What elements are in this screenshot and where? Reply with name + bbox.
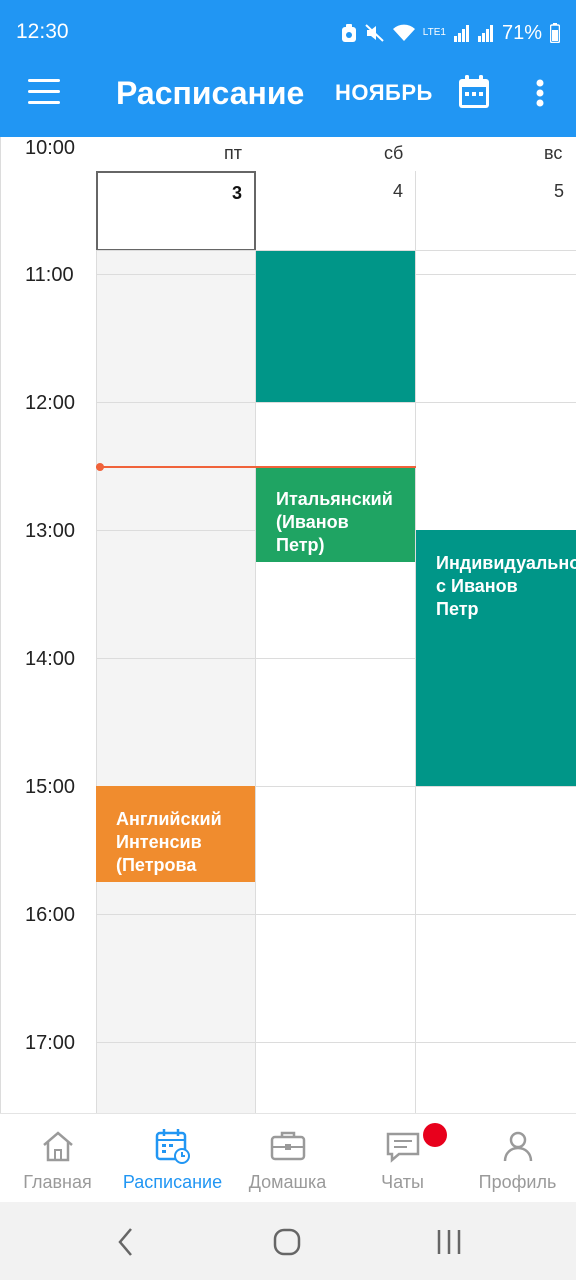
nav-label: Домашка <box>248 1172 327 1192</box>
signal-icon <box>453 25 469 42</box>
status-icons: LTE1 71% <box>341 20 560 46</box>
hour-label: 10:00 <box>25 137 76 159</box>
schedule-calendar-icon <box>155 1129 190 1164</box>
schedule-grid[interactable]: Итальянский (Иванов Петр) Индивидуально … <box>96 250 576 1114</box>
hour-label: 13:00 <box>25 520 76 542</box>
hour-line <box>96 1042 576 1043</box>
app-bar: Расписание НОЯБРЬ <box>0 47 576 137</box>
calendar-icon[interactable] <box>458 75 490 109</box>
nav-label: Чаты <box>381 1172 424 1192</box>
hour-line <box>96 914 576 915</box>
nav-label: Профиль <box>478 1172 557 1192</box>
month-selector[interactable]: НОЯБРЬ <box>335 80 433 106</box>
battery-icon <box>550 23 560 43</box>
time-column: 10:00 11:00 12:00 13:00 14:00 15:00 16:0… <box>0 137 96 1113</box>
briefcase-icon <box>270 1131 306 1161</box>
nav-profile[interactable]: Профиль <box>460 1114 576 1203</box>
current-time-line <box>96 466 416 468</box>
recycle-icon <box>341 24 356 42</box>
event-title: Английский Интенсив (Петрова <box>116 809 222 875</box>
hour-label: 11:00 <box>25 264 74 286</box>
day-number: 5 <box>553 181 564 201</box>
day-name-sun: вс <box>544 143 563 163</box>
hour-label: 12:00 <box>25 392 76 414</box>
day-name-fri: пт <box>224 143 242 163</box>
battery-percent: 71% <box>501 21 542 44</box>
event-title: Индивидуально с Иванов Петр <box>436 553 576 619</box>
chat-icon <box>386 1132 420 1163</box>
event-english[interactable]: Английский Интенсив (Петрова <box>96 786 255 882</box>
network-type: LTE1 <box>422 27 446 38</box>
day-numbers-row: 3 4 5 <box>96 171 576 251</box>
page-title: Расписание <box>116 75 305 111</box>
profile-icon <box>503 1131 533 1162</box>
hour-label: 17:00 <box>25 1032 76 1054</box>
nav-home[interactable]: Главная <box>0 1114 115 1203</box>
nav-label: Главная <box>23 1172 92 1192</box>
hour-label: 16:00 <box>25 904 76 926</box>
day-number: 4 <box>392 181 403 201</box>
nav-chats[interactable]: Чаты <box>345 1114 460 1203</box>
home-icon <box>43 1131 73 1162</box>
signal-r-icon <box>477 25 493 42</box>
more-vertical-icon[interactable] <box>536 79 544 107</box>
today-column-bg <box>96 251 256 1114</box>
recents-icon[interactable] <box>436 1226 462 1258</box>
day-cell-3[interactable]: 3 <box>96 171 256 251</box>
status-time: 12:30 <box>16 20 69 43</box>
status-bar: 12:30 LTE1 71% <box>0 0 576 47</box>
event-title: Итальянский (Иванов Петр) <box>276 489 393 555</box>
hour-label: 15:00 <box>25 776 76 798</box>
notification-badge <box>423 1123 447 1147</box>
mute-icon <box>365 24 384 42</box>
event-italian[interactable]: Итальянский (Иванов Петр) <box>256 466 415 562</box>
nav-schedule[interactable]: Расписание <box>115 1114 230 1203</box>
day-name-sat: сб <box>384 143 404 163</box>
event-block[interactable] <box>256 251 415 402</box>
day-number: 3 <box>231 183 242 203</box>
hamburger-menu-icon[interactable] <box>28 79 62 105</box>
event-individual[interactable]: Индивидуально с Иванов Петр <box>416 530 576 786</box>
hour-label: 14:00 <box>25 648 76 670</box>
day-headers: пт сб вс <box>96 137 576 171</box>
home-circle-icon[interactable] <box>272 1226 302 1258</box>
day-cell-4[interactable]: 4 <box>256 171 416 251</box>
current-time-dot <box>96 463 104 471</box>
system-navigation-bar <box>0 1202 576 1280</box>
wifi-icon <box>392 24 415 41</box>
day-cell-5[interactable]: 5 <box>416 171 576 251</box>
nav-label: Расписание <box>122 1172 223 1192</box>
column-divider <box>96 251 97 1114</box>
nav-homework[interactable]: Домашка <box>230 1114 345 1203</box>
hour-line <box>96 402 576 403</box>
back-icon[interactable] <box>116 1226 136 1258</box>
bottom-navigation: Главная Расписание Домашка Чаты Профиль <box>0 1113 576 1202</box>
